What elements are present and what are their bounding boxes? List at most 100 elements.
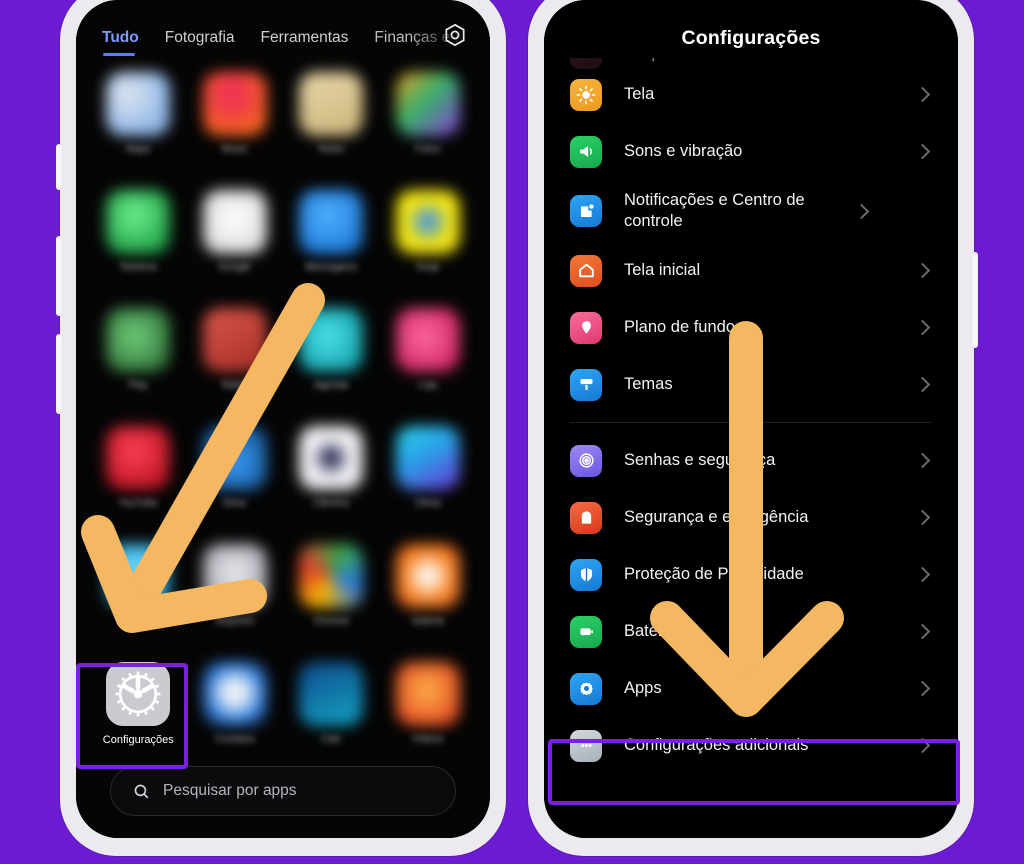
phone-button-silent[interactable]	[56, 144, 62, 190]
apps-gear-icon	[570, 672, 602, 705]
app-label: Câmera	[313, 498, 350, 509]
chevron-right-icon	[914, 86, 931, 103]
chevron-right-icon	[914, 319, 931, 336]
app-cell[interactable]: Clima	[380, 420, 477, 524]
tab-tudo[interactable]: Tudo	[102, 29, 139, 56]
app-cell[interactable]: Snap	[380, 184, 477, 288]
app-icon	[202, 662, 267, 726]
tab-ferramentas[interactable]: Ferramentas	[261, 29, 349, 47]
app-cell[interactable]: YouTube	[90, 420, 187, 524]
app-label: Chrome	[313, 616, 350, 627]
app-cell[interactable]: Agenda	[283, 302, 380, 406]
app-icon	[395, 544, 460, 608]
app-label: Agenda	[314, 380, 349, 391]
more-dots-icon	[570, 729, 602, 762]
list-item-configuracoes-adicionais[interactable]: Configurações adicionais	[544, 717, 958, 774]
app-label: YouTube	[118, 498, 158, 509]
app-icon	[202, 308, 267, 372]
app-label: Clima	[414, 498, 441, 509]
app-cell[interactable]: Notas	[283, 66, 380, 170]
app-label: Telefone	[119, 262, 158, 273]
list-item-sons-e-vibracao[interactable]: Sons e vibração	[544, 123, 958, 180]
list-item-label: Senhas e segurança	[624, 451, 776, 470]
list-item-cut-off[interactable]: bloqueio	[544, 58, 958, 69]
phone-button-power[interactable]	[972, 252, 978, 348]
app-cell[interactable]: Google	[187, 184, 284, 288]
hexagon-gear-icon[interactable]	[442, 22, 468, 48]
chevron-right-icon	[914, 452, 931, 469]
app-icon	[299, 190, 364, 254]
brightness-icon	[570, 78, 602, 111]
list-item-plano-de-fundo[interactable]: Plano de fundo	[544, 299, 958, 356]
app-icon	[202, 426, 267, 490]
app-cell[interactable]: Fotos	[380, 66, 477, 170]
list-item-label: Sons e vibração	[624, 142, 743, 161]
app-cell[interactable]: Loja	[380, 302, 477, 406]
app-icon	[106, 72, 171, 136]
app-icon	[106, 190, 171, 254]
left-phone-screen: Tudo Fotografia Ferramentas Finanças e N…	[76, 0, 490, 838]
app-cell[interactable]: Maps	[90, 66, 187, 170]
app-label: Fotos	[415, 144, 441, 155]
app-cell[interactable]: Music	[187, 66, 284, 170]
app-cell[interactable]: Telefone	[90, 184, 187, 288]
search-input[interactable]: Pesquisar por apps	[110, 766, 456, 816]
chevron-right-icon	[914, 737, 931, 754]
app-label: Arquivos	[215, 616, 255, 627]
app-label: Galeria	[411, 616, 444, 627]
list-item-seguranca-e-emergencia[interactable]: Segurança e emergência	[544, 489, 958, 546]
list-item-apps[interactable]: Apps	[544, 660, 958, 717]
app-cell[interactable]: Mensagens	[283, 184, 380, 288]
app-icon	[395, 426, 460, 490]
app-cell[interactable]: Galeria	[380, 538, 477, 642]
group-divider	[570, 422, 932, 423]
phone-button-volume-up[interactable]	[56, 236, 62, 316]
app-icon	[299, 544, 364, 608]
list-item-bateria[interactable]: Bateria	[544, 603, 958, 660]
app-cell-configuracoes[interactable]: Configurações	[90, 656, 187, 760]
theme-brush-icon	[570, 368, 602, 401]
app-icon	[299, 308, 364, 372]
gear-icon	[106, 662, 171, 726]
list-item-label: Segurança e emergência	[624, 508, 809, 527]
app-cell[interactable]: Calc	[283, 656, 380, 760]
app-cell[interactable]: Play	[90, 302, 187, 406]
left-phone-frame: Tudo Fotografia Ferramentas Finanças e N…	[56, 0, 506, 856]
phone-button-volume-down[interactable]	[56, 334, 62, 414]
notification-icon	[570, 195, 602, 227]
wallpaper-icon	[570, 311, 602, 344]
app-cell[interactable]: Contatos	[187, 656, 284, 760]
app-icon	[299, 426, 364, 490]
app-label: Google	[218, 262, 251, 273]
chevron-right-icon	[853, 203, 870, 219]
battery-icon	[570, 615, 602, 648]
lock-icon	[570, 58, 602, 69]
app-icon	[106, 308, 171, 372]
tab-fotografia[interactable]: Fotografia	[165, 29, 235, 47]
privacy-shield-icon	[570, 558, 602, 591]
settings-list[interactable]: bloqueio Tela	[544, 58, 958, 838]
chevron-right-icon	[914, 623, 931, 640]
app-cell[interactable]: Chrome	[283, 538, 380, 642]
list-item-notificacoes[interactable]: Notificações e Centro de controle	[544, 180, 958, 242]
app-icon	[202, 544, 267, 608]
list-item-tela-inicial[interactable]: Tela inicial	[544, 242, 958, 299]
app-cell[interactable]: Câmera	[283, 420, 380, 524]
list-item-protecao-de-privacidade[interactable]: Proteção de Privacidade	[544, 546, 958, 603]
chevron-right-icon	[914, 143, 931, 160]
app-label: Notas	[318, 144, 345, 155]
list-item-temas[interactable]: Temas	[544, 356, 958, 413]
app-cell[interactable]: Rádio	[187, 302, 284, 406]
app-cell[interactable]: Vídeos	[380, 656, 477, 760]
app-cell[interactable]: Twitter	[90, 538, 187, 642]
list-item-tela[interactable]: Tela	[544, 66, 958, 123]
app-label: Twitter	[123, 616, 153, 627]
list-item-label: Apps	[624, 679, 662, 698]
app-cell[interactable]: Arquivos	[187, 538, 284, 642]
app-icon	[395, 662, 460, 726]
app-cell[interactable]: Drive	[187, 420, 284, 524]
list-item-label: bloqueio	[624, 58, 932, 63]
list-item-senhas-e-seguranca[interactable]: Senhas e segurança	[544, 432, 958, 489]
app-label: Mensagens	[305, 262, 358, 273]
app-icon	[395, 72, 460, 136]
